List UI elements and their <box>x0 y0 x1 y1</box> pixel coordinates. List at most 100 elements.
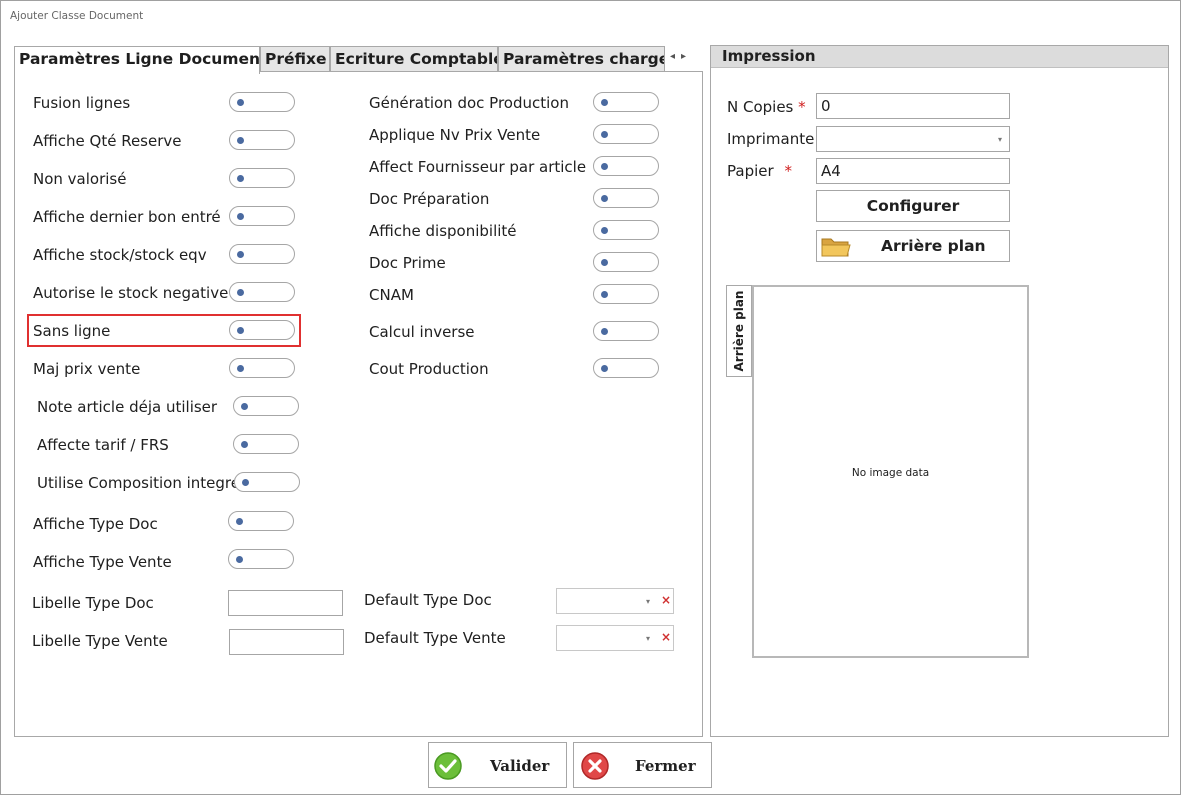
toggle-affiche-disponibilite[interactable] <box>593 220 659 240</box>
toggle-cout-production[interactable] <box>593 358 659 378</box>
toggle-affecte-tarif-frs[interactable] <box>233 434 299 454</box>
toggle-label-fusion-lignes: Fusion lignes <box>33 94 131 112</box>
toggle-affiche-type-doc[interactable] <box>228 511 294 531</box>
toggle-label-affiche-qte-reserve: Affiche Qté Reserve <box>33 132 182 150</box>
toggle-doc-prime[interactable] <box>593 252 659 272</box>
toggle-knob <box>237 251 244 258</box>
toggle-knob <box>601 259 608 266</box>
toggle-label-note-article-deja-utiliser: Note article déja utiliser <box>37 398 218 416</box>
arriere-plan-button-label: Arrière plan <box>881 237 986 255</box>
toggle-knob <box>601 131 608 138</box>
toggle-affiche-type-vente[interactable] <box>228 549 294 569</box>
toggle-knob <box>236 556 243 563</box>
n-copies-label: N Copies * <box>727 98 806 116</box>
toggle-label-cnam: CNAM <box>369 286 414 304</box>
toggle-label-doc-prime: Doc Prime <box>369 254 446 272</box>
toggle-affect-fournisseur-par-article[interactable] <box>593 156 659 176</box>
toggle-knob <box>601 99 608 106</box>
toggle-label-affiche-type-doc: Affiche Type Doc <box>33 515 158 533</box>
toggle-non-valorise[interactable] <box>229 168 295 188</box>
toggle-utilise-composition-integre[interactable] <box>234 472 300 492</box>
toggle-label-affiche-disponibilite: Affiche disponibilité <box>369 222 517 240</box>
imprimante-select[interactable]: ▾ <box>816 126 1010 152</box>
n-copies-label-text: N Copies <box>727 98 794 116</box>
toggle-knob <box>236 518 243 525</box>
libelle-type-vente-label: Libelle Type Vente <box>32 632 168 650</box>
toggle-label-doc-preparation: Doc Préparation <box>369 190 490 208</box>
papier-input[interactable]: A4 <box>816 158 1010 184</box>
clear-icon[interactable]: × <box>661 593 671 607</box>
default-type-doc-label: Default Type Doc <box>364 591 492 609</box>
toggle-label-affecte-tarif-frs: Affecte tarif / FRS <box>37 436 169 454</box>
toggle-sans-ligne[interactable] <box>229 320 295 340</box>
configurer-button[interactable]: Configurer <box>816 190 1010 222</box>
default-type-vente-label: Default Type Vente <box>364 629 506 647</box>
toggle-label-applique-nv-prix-vente: Applique Nv Prix Vente <box>369 126 541 144</box>
arriere-plan-tab-label: Arrière plan <box>732 290 746 372</box>
libelle-type-doc-input[interactable] <box>228 590 343 616</box>
clear-icon[interactable]: × <box>661 630 671 644</box>
tab-scroll-arrows[interactable]: ◂▸ <box>670 51 692 62</box>
toggle-affiche-stock-eqv[interactable] <box>229 244 295 264</box>
toggle-doc-preparation[interactable] <box>593 188 659 208</box>
toggle-maj-prix-vente[interactable] <box>229 358 295 378</box>
toggle-affiche-qte-reserve[interactable] <box>229 130 295 150</box>
tab-prefixe[interactable]: Préfixe <box>260 46 330 73</box>
dialog-window: Ajouter Classe Document Paramètres Ligne… <box>0 0 1181 795</box>
toggle-calcul-inverse[interactable] <box>593 321 659 341</box>
toggle-applique-nv-prix-vente[interactable] <box>593 124 659 144</box>
libelle-type-vente-input[interactable] <box>229 629 344 655</box>
required-mark: * <box>784 162 792 180</box>
toggle-knob <box>241 441 248 448</box>
fermer-label: Fermer <box>635 757 696 775</box>
toggle-knob <box>237 365 244 372</box>
arriere-plan-vertical-tab[interactable]: Arrière plan <box>726 285 752 377</box>
toggle-label-autorise-stock-negative: Autorise le stock negative <box>33 284 229 302</box>
toggle-autorise-stock-negative[interactable] <box>229 282 295 302</box>
fermer-button[interactable]: Fermer <box>573 742 712 788</box>
toggle-label-affect-fournisseur-par-article: Affect Fournisseur par article <box>369 158 587 176</box>
toggle-fusion-lignes[interactable] <box>229 92 295 112</box>
toggle-knob <box>601 365 608 372</box>
valider-label: Valider <box>490 757 550 775</box>
required-mark: * <box>798 98 806 116</box>
toggle-knob <box>601 291 608 298</box>
n-copies-input[interactable]: 0 <box>816 93 1010 119</box>
toggle-label-affiche-dernier-bon-entre: Affiche dernier bon entré <box>33 208 221 226</box>
no-image-text: No image data <box>851 467 930 479</box>
toggle-affiche-dernier-bon-entre[interactable] <box>229 206 295 226</box>
dropdown-arrow-icon[interactable]: ▾ <box>646 597 650 606</box>
toggle-cnam[interactable] <box>593 284 659 304</box>
toggle-label-maj-prix-vente: Maj prix vente <box>33 360 141 378</box>
toggle-label-generation-doc-production: Génération doc Production <box>369 94 569 112</box>
tab-ecriture-comptable[interactable]: Ecriture Comptable <box>330 46 498 73</box>
default-type-vente-select[interactable]: ▾ × <box>556 625 674 651</box>
toggle-knob <box>237 327 244 334</box>
toggle-knob <box>601 163 608 170</box>
toggle-knob <box>237 213 244 220</box>
tab-next-icon[interactable]: ▸ <box>681 51 692 62</box>
toggle-knob <box>241 403 248 410</box>
libelle-type-doc-label: Libelle Type Doc <box>32 594 154 612</box>
dropdown-arrow-icon[interactable]: ▾ <box>998 135 1002 144</box>
default-type-doc-select[interactable]: ▾ × <box>556 588 674 614</box>
toggle-knob <box>237 175 244 182</box>
toggle-label-cout-production: Cout Production <box>369 360 489 378</box>
toggle-knob <box>601 195 608 202</box>
toggle-label-non-valorise: Non valorisé <box>33 170 127 188</box>
toggle-knob <box>237 289 244 296</box>
tab-parametres-ligne-document[interactable]: Paramètres Ligne Document <box>14 46 260 74</box>
tab-prev-icon[interactable]: ◂ <box>670 51 681 62</box>
toggle-knob <box>237 99 244 106</box>
toggle-note-article-deja-utiliser[interactable] <box>233 396 299 416</box>
toggle-generation-doc-production[interactable] <box>593 92 659 112</box>
toggle-label-affiche-type-vente: Affiche Type Vente <box>33 553 172 571</box>
toggle-label-affiche-stock-eqv: Affiche stock/stock eqv <box>33 246 207 264</box>
dropdown-arrow-icon[interactable]: ▾ <box>646 634 650 643</box>
toggle-knob <box>601 227 608 234</box>
papier-label-text: Papier <box>727 162 774 180</box>
arriere-plan-button[interactable]: Arrière plan <box>816 230 1010 262</box>
tab-parametres-charge[interactable]: Paramètres charge <box>498 46 665 73</box>
toggle-knob <box>237 137 244 144</box>
valider-button[interactable]: Valider <box>428 742 567 788</box>
